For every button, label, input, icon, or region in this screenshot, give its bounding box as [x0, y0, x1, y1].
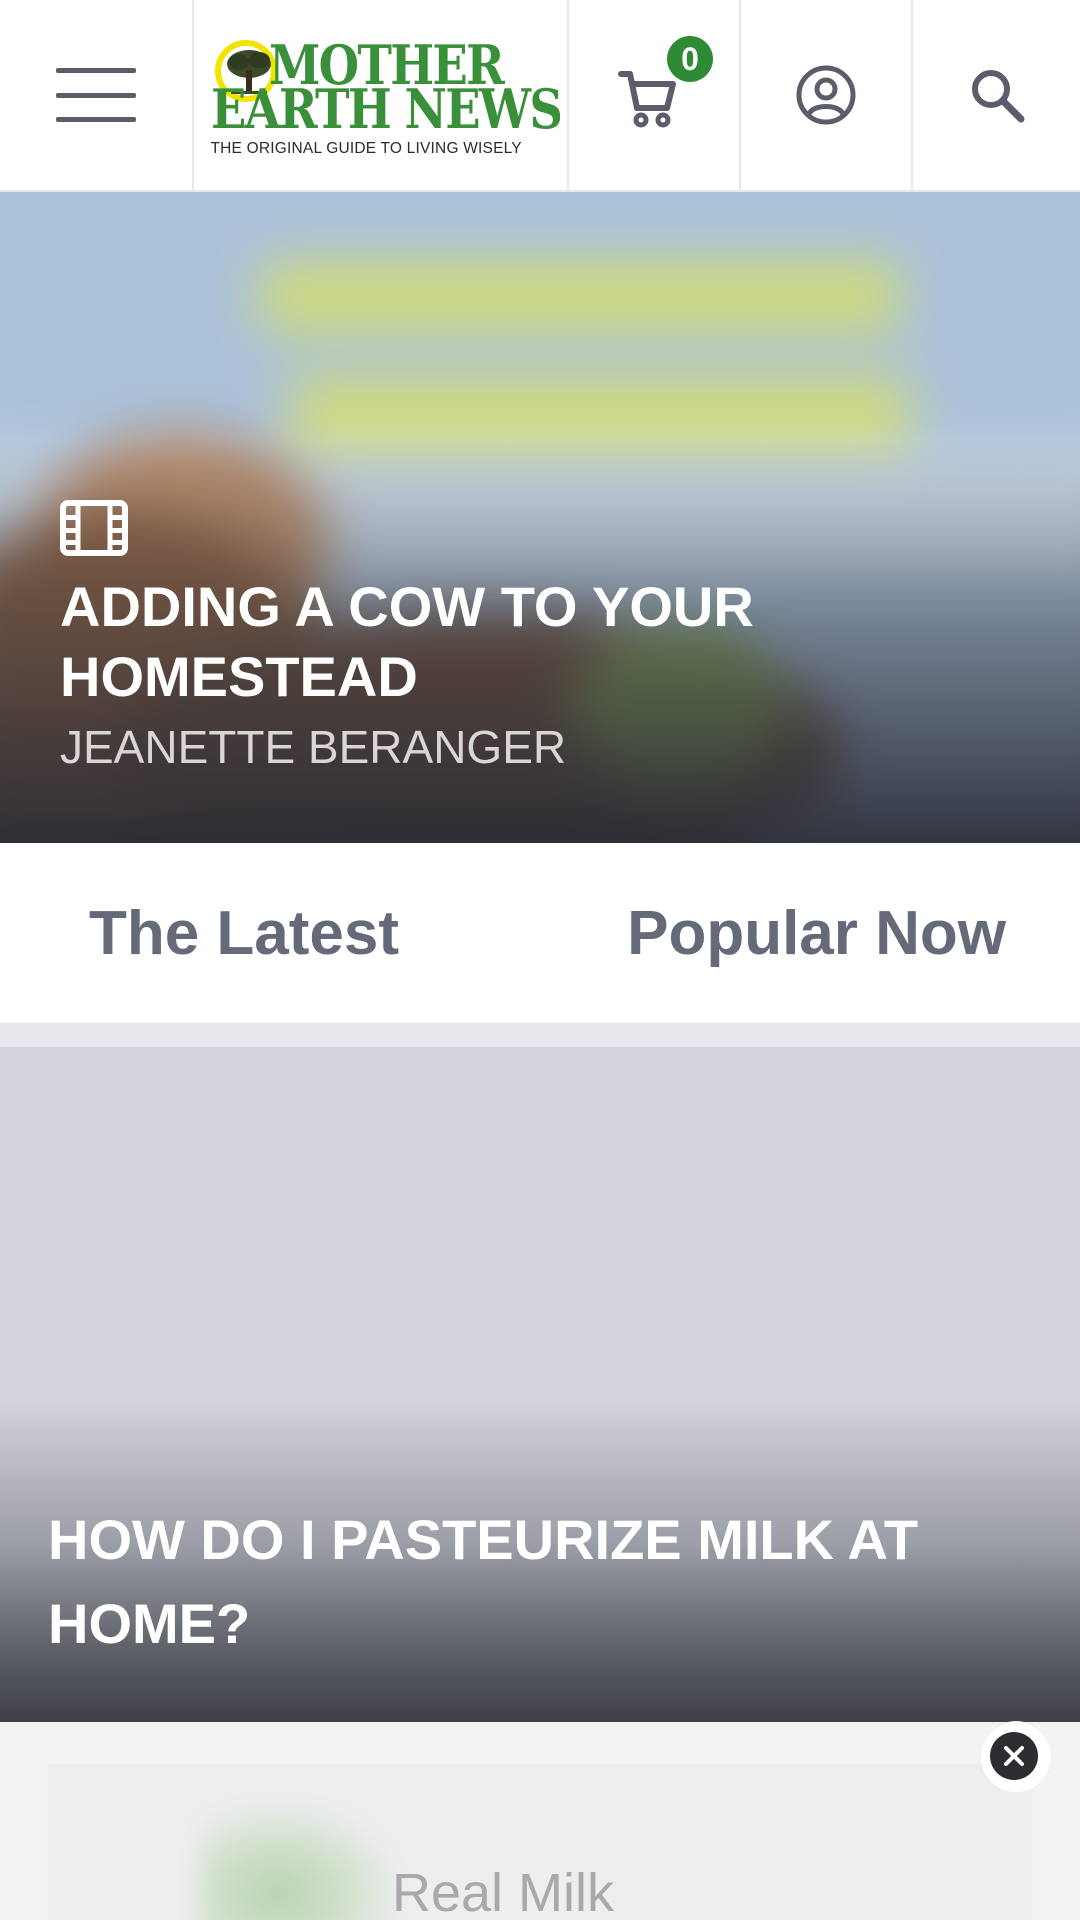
cart-icon [618, 71, 676, 128]
ad-text: Real Milk [392, 1863, 615, 1920]
menu-button[interactable] [0, 0, 194, 190]
cart-button[interactable]: 0 [569, 0, 741, 190]
featured-video-hero[interactable]: ADDING A COW TO YOUR HOMESTEAD JEANETTE … [0, 192, 1080, 843]
content-tabs: The Latest Popular Now [0, 843, 1080, 1023]
site-logo: MOTHER EARTH NEWS THE ORIGINAL GUIDE TO … [210, 30, 563, 160]
ad-close-button[interactable] [990, 1732, 1038, 1780]
hero-title[interactable]: ADDING A COW TO YOUR HOMESTEAD [60, 572, 960, 712]
logo-title-line2: EARTH NEWS [210, 77, 563, 141]
film-icon [60, 500, 128, 556]
article-card-title[interactable]: HOW DO I PASTEURIZE MILK AT HOME? [48, 1498, 1008, 1666]
ad-image [198, 1804, 398, 1920]
close-icon [1004, 1746, 1024, 1766]
hamburger-menu-icon [56, 68, 136, 122]
site-header: MOTHER EARTH NEWS THE ORIGINAL GUIDE TO … [0, 0, 1080, 192]
account-button[interactable] [741, 0, 913, 190]
user-circle-icon [796, 65, 856, 125]
cart-count-badge: 0 [667, 36, 713, 82]
search-button[interactable] [913, 0, 1080, 190]
tab-popular-now[interactable]: Popular Now [538, 843, 1080, 1023]
hero-author: JEANETTE BERANGER [60, 721, 567, 773]
tab-the-latest[interactable]: The Latest [0, 843, 478, 1023]
search-icon [971, 70, 1024, 123]
logo-tagline: THE ORIGINAL GUIDE TO LIVING WISELY [210, 140, 522, 157]
section-divider [0, 1023, 1080, 1047]
bottom-ad-banner[interactable]: Real Milk [0, 1722, 1080, 1920]
site-logo-link[interactable]: MOTHER EARTH NEWS THE ORIGINAL GUIDE TO … [194, 0, 569, 190]
